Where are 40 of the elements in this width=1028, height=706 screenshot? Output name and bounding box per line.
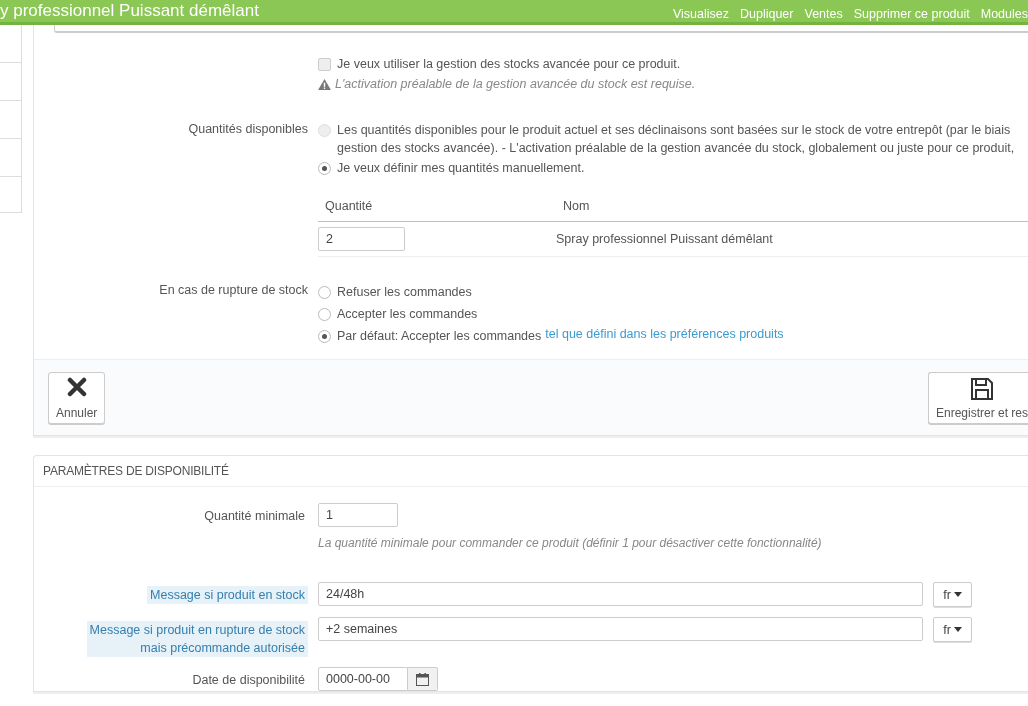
calendar-icon bbox=[416, 672, 429, 686]
close-icon bbox=[66, 376, 87, 397]
radio-label: Je veux définir mes quantités manuellement. bbox=[337, 160, 585, 177]
checkbox-label: Je veux utiliser la gestion des stocks avancée pour ce produit. bbox=[337, 56, 681, 73]
warning-icon bbox=[318, 78, 331, 90]
save-icon bbox=[969, 376, 994, 401]
radio-button[interactable] bbox=[318, 286, 331, 299]
radio-label: Par défaut: Accepter les commandes bbox=[337, 328, 542, 345]
save-button[interactable]: Enregistrer et res bbox=[927, 371, 1028, 424]
table-cell: Spray professionnel Puissant démêlant bbox=[556, 232, 773, 246]
warning-text: L'activation préalable de la gestion avancée du stock est requise. bbox=[335, 77, 696, 91]
field-label: En cas de rupture de stock bbox=[159, 283, 308, 297]
field-label: Message si produit en rupture de stock mais précommande autorisée bbox=[86, 621, 308, 657]
panel-title: PARAMÈTRES DE DISPONIBILITÉ bbox=[43, 464, 229, 478]
cancel-button[interactable]: Annuler bbox=[48, 371, 106, 424]
help-text: La quantité minimale pour commander ce produit (définir 1 pour désactiver cette fonctionnalité) bbox=[318, 536, 823, 550]
radio-label: Accepter les commandes bbox=[337, 306, 478, 323]
caret-icon bbox=[953, 592, 962, 597]
radio-button[interactable] bbox=[318, 308, 331, 321]
calendar-button[interactable] bbox=[408, 667, 438, 691]
message-input[interactable]: 24/48h bbox=[318, 582, 923, 606]
field-label: Date de disponibilité bbox=[191, 672, 306, 689]
minimum-quantity-input[interactable]: 1 bbox=[318, 503, 398, 527]
field-label: Quantité minimale bbox=[203, 508, 306, 525]
language-dropdown[interactable]: fr bbox=[933, 582, 972, 607]
field-label: Message si produit en stock bbox=[147, 586, 308, 604]
checkbox[interactable] bbox=[318, 58, 331, 71]
field-label: Quantités disponibles bbox=[188, 122, 308, 136]
radio-label: Refuser les commandes bbox=[337, 284, 472, 301]
date-input[interactable]: 0000-00-00 bbox=[318, 667, 408, 691]
language-dropdown[interactable]: fr bbox=[933, 617, 972, 642]
radio-button[interactable] bbox=[318, 162, 331, 175]
column-header: Nom bbox=[563, 199, 590, 213]
quantity-input[interactable]: 2 bbox=[318, 227, 405, 251]
radio-label: Les quantités disponibles pour le produit actuel et ses déclinaisons sont basées sur le stock de votre entrepôt (par le biais gestion des stocks avancée). - L'activation préalable de la gestion avancée du stock, globalement ou juste pour ce produit, bbox=[337, 122, 1015, 157]
page-title: y professionnel Puissant démêlant bbox=[0, 1, 259, 21]
radio-button[interactable] bbox=[318, 330, 331, 343]
message-input[interactable]: +2 semaines bbox=[318, 617, 923, 641]
caret-icon bbox=[953, 627, 962, 632]
column-header: Quantité bbox=[324, 199, 374, 213]
